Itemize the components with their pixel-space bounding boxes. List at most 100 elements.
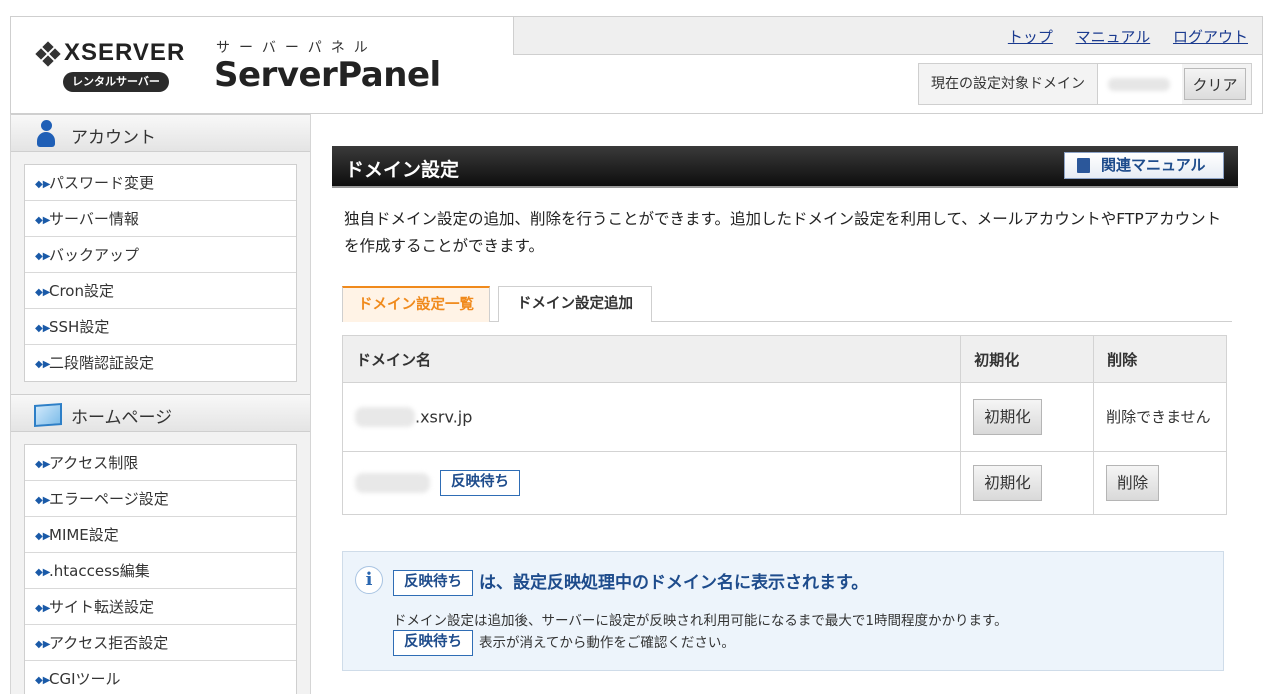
info-line-2-text: 表示が消えてから動作をご確認ください。 (479, 635, 735, 651)
sidebar-item-label: SSH設定 (49, 318, 110, 336)
redacted-domain (355, 473, 430, 493)
pending-badge: 反映待ち (393, 570, 473, 596)
sidebar-item-cron[interactable]: ◆▶Cron設定 (25, 273, 296, 309)
top-links: トップ マニュアル ログアウト (990, 26, 1248, 47)
arrow-icon: ◆▶ (35, 251, 51, 262)
info-line-1: ドメイン設定は追加後、サーバーに設定が反映され利用可能になるまで最大で1時間程度… (393, 613, 1008, 629)
manual-link[interactable]: マニュアル (1076, 28, 1151, 46)
sidebar-item-backup[interactable]: ◆▶バックアップ (25, 237, 296, 273)
delete-cell: 削除 (1093, 451, 1227, 515)
info-heading-text: は、設定反映処理中のドメイン名に表示されます。 (479, 573, 869, 593)
sidebar-item-ssh[interactable]: ◆▶SSH設定 (25, 309, 296, 345)
table-row: 反映待ち 初期化 削除 (341, 451, 1227, 515)
arrow-icon: ◆▶ (35, 531, 51, 542)
sidebar-section-title: ホームページ (71, 408, 173, 428)
info-line-2: 反映待ち 表示が消えてから動作をご確認ください。 (393, 630, 735, 656)
sidebar-item-label: MIME設定 (49, 526, 119, 544)
arrow-icon: ◆▶ (35, 639, 51, 650)
sidebar-list-homepage: ◆▶アクセス制限 ◆▶エラーページ設定 ◆▶MIME設定 ◆▶.htaccess… (24, 444, 297, 694)
delete-button[interactable]: 削除 (1106, 465, 1160, 501)
pending-badge: 反映待ち (393, 630, 473, 656)
person-icon (37, 120, 55, 148)
sidebar-list-account: ◆▶パスワード変更 ◆▶サーバー情報 ◆▶バックアップ ◆▶Cron設定 ◆▶S… (24, 164, 297, 382)
sidebar-item-label: サイト転送設定 (49, 598, 155, 616)
diamond-logo-icon (35, 41, 61, 67)
arrow-icon: ◆▶ (35, 567, 51, 578)
tab-domain-list[interactable]: ドメイン設定一覧 (342, 286, 490, 322)
arrow-icon: ◆▶ (35, 495, 51, 506)
logo-word: XSERVER (64, 39, 186, 66)
sidebar-item-label: Cron設定 (49, 282, 114, 300)
delete-cell: 削除できません (1093, 382, 1227, 452)
sidebar-item-label: CGIツール (49, 670, 121, 688)
domain-suffix: .xsrv.jp (415, 407, 473, 427)
init-button[interactable]: 初期化 (973, 465, 1042, 501)
header-delete: 削除 (1093, 335, 1227, 383)
clear-button[interactable]: クリア (1184, 68, 1246, 100)
sidebar-item-error-page[interactable]: ◆▶エラーページ設定 (25, 481, 296, 517)
sidebar-section-account: アカウント (11, 114, 310, 152)
tab-domain-add[interactable]: ドメイン設定追加 (498, 286, 652, 322)
arrow-icon: ◆▶ (35, 459, 51, 470)
panel-title: ServerPanel (214, 55, 441, 95)
sidebar-item-cgi-tools[interactable]: ◆▶CGIツール (25, 661, 296, 694)
arrow-icon: ◆▶ (35, 323, 51, 334)
arrow-icon: ◆▶ (35, 359, 51, 370)
domain-cell: 反映待ち (341, 451, 962, 515)
page-title: ドメイン設定 (345, 159, 460, 181)
sidebar: アカウント ◆▶パスワード変更 ◆▶サーバー情報 ◆▶バックアップ ◆▶Cron… (10, 114, 311, 694)
sidebar-item-access-deny[interactable]: ◆▶アクセス拒否設定 (25, 625, 296, 661)
sidebar-item-label: バックアップ (49, 246, 140, 264)
sidebar-item-2fa[interactable]: ◆▶二段階認証設定 (25, 345, 296, 381)
title-bar: ドメイン設定 関連マニュアル (332, 146, 1238, 188)
sidebar-item-server-info[interactable]: ◆▶サーバー情報 (25, 201, 296, 237)
sidebar-item-htaccess[interactable]: ◆▶.htaccess編集 (25, 553, 296, 589)
main-content: ドメイン設定 関連マニュアル 独自ドメイン設定の追加、削除を行うことができます。… (332, 146, 1238, 671)
page-description: 独自ドメイン設定の追加、削除を行うことができます。追加したドメイン設定を利用して… (344, 210, 1222, 255)
table-header-row: ドメイン名 初期化 削除 (341, 335, 1227, 383)
sidebar-item-redirect[interactable]: ◆▶サイト転送設定 (25, 589, 296, 625)
logo-area: XSERVER レンタルサーバー サーバーパネル ServerPanel (11, 17, 513, 113)
window-icon (34, 403, 62, 427)
sidebar-item-label: 二段階認証設定 (49, 354, 155, 372)
sidebar-item-password[interactable]: ◆▶パスワード変更 (25, 165, 296, 201)
arrow-icon: ◆▶ (35, 287, 51, 298)
sidebar-section-title: アカウント (71, 128, 156, 148)
top-link[interactable]: トップ (1008, 28, 1053, 46)
init-cell: 初期化 (960, 382, 1095, 452)
info-box: i 反映待ち は、設定反映処理中のドメイン名に表示されます。 ドメイン設定は追加後… (342, 551, 1224, 671)
redacted-domain (355, 407, 415, 427)
sidebar-item-access-limit[interactable]: ◆▶アクセス制限 (25, 445, 296, 481)
current-domain-label: 現在の設定対象ドメイン (919, 64, 1098, 104)
logo-badge: レンタルサーバー (63, 72, 169, 92)
sidebar-item-label: アクセス拒否設定 (49, 634, 169, 652)
header-init: 初期化 (960, 335, 1095, 383)
logout-link[interactable]: ログアウト (1173, 28, 1248, 46)
current-domain-value (1098, 64, 1182, 104)
sidebar-item-label: パスワード変更 (49, 174, 155, 192)
top-strip: トップ マニュアル ログアウト (513, 17, 1262, 55)
domain-table: ドメイン名 初期化 削除 .xsrv.jp 初期化 削除できません 反映待ち 初… (341, 335, 1227, 515)
header: XSERVER レンタルサーバー サーバーパネル ServerPanel トップ… (10, 16, 1263, 114)
related-manual-button[interactable]: 関連マニュアル (1064, 152, 1224, 179)
pending-badge: 反映待ち (440, 470, 520, 496)
sidebar-section-homepage: ホームページ (11, 394, 310, 432)
sidebar-item-label: エラーページ設定 (49, 490, 169, 508)
arrow-icon: ◆▶ (35, 675, 51, 686)
table-row: .xsrv.jp 初期化 削除できません (341, 382, 1227, 452)
header-domain: ドメイン名 (341, 335, 962, 383)
related-manual-label: 関連マニュアル (1101, 156, 1206, 174)
delete-unavailable-text: 削除できません (1106, 408, 1211, 426)
current-domain-box: 現在の設定対象ドメイン クリア (918, 63, 1252, 105)
book-icon (1077, 158, 1090, 173)
arrow-icon: ◆▶ (35, 603, 51, 614)
init-button[interactable]: 初期化 (973, 399, 1042, 435)
init-cell: 初期化 (960, 451, 1095, 515)
panel-kana: サーバーパネル (216, 40, 377, 56)
arrow-icon: ◆▶ (35, 215, 51, 226)
info-icon: i (355, 566, 383, 594)
tab-bar: ドメイン設定一覧 ドメイン設定追加 (342, 286, 1232, 322)
arrow-icon: ◆▶ (35, 179, 51, 190)
sidebar-item-mime[interactable]: ◆▶MIME設定 (25, 517, 296, 553)
sidebar-item-label: .htaccess編集 (49, 562, 150, 580)
